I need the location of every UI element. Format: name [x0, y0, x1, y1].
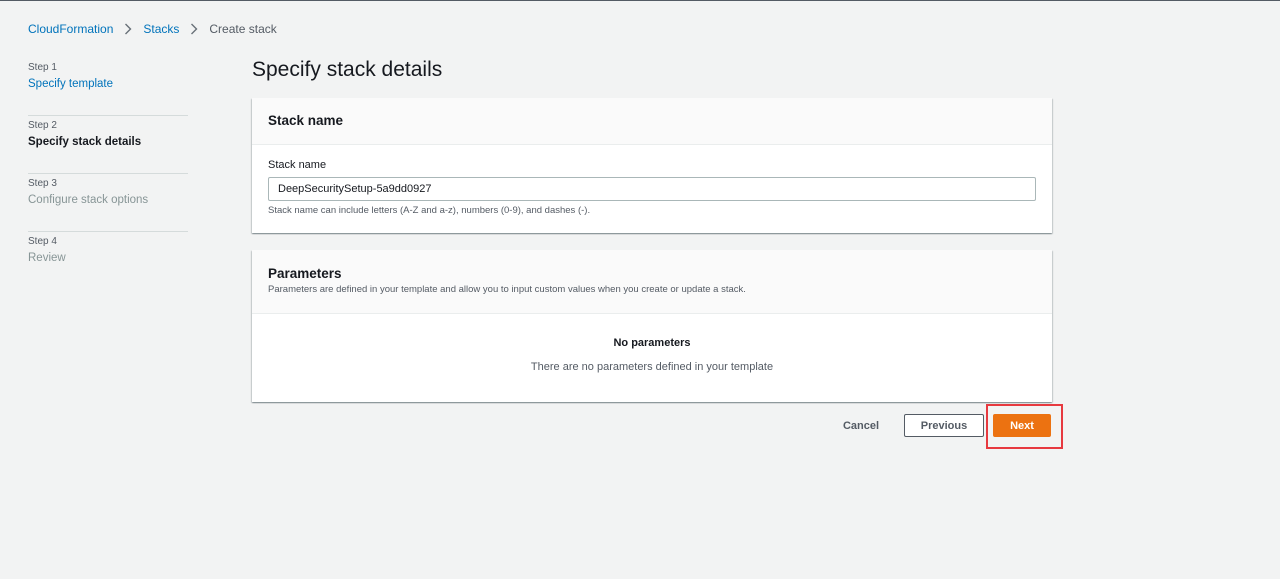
step-number: Step 1 [28, 62, 57, 73]
stack-name-label: Stack name [268, 159, 327, 171]
step-link-specify-template[interactable]: Specify template [28, 77, 188, 92]
breadcrumb-stacks[interactable]: Stacks [143, 22, 179, 36]
page-title: Specify stack details [252, 58, 443, 81]
stack-name-panel: Stack name Stack name Stack name can inc… [252, 98, 1052, 233]
parameters-panel-header: Parameters Parameters are defined in you… [252, 250, 1052, 314]
chevron-right-icon [113, 23, 143, 35]
stack-name-hint: Stack name can include letters (A-Z and … [268, 205, 591, 216]
step-title-specify-stack-details: Specify stack details [28, 136, 142, 148]
parameters-panel: Parameters Parameters are defined in you… [252, 250, 1052, 402]
step-title-configure-stack-options: Configure stack options [28, 194, 149, 206]
step-title-review: Review [28, 252, 66, 264]
empty-state-description: There are no parameters defined in your … [530, 361, 774, 373]
wizard-step-3: Step 3 Configure stack options [28, 174, 188, 232]
breadcrumb-cloudformation[interactable]: CloudFormation [28, 22, 113, 36]
breadcrumb-create-stack: Create stack [209, 22, 277, 36]
wizard-step-1: Step 1 Specify template [28, 58, 188, 116]
parameters-panel-title: Parameters [268, 266, 342, 281]
stack-name-panel-title: Stack name [268, 113, 344, 128]
stack-name-panel-body: Stack name Stack name can include letter… [252, 145, 1052, 217]
wizard-steps: Step 1 Specify template Step 2 Specify s… [28, 58, 188, 290]
wizard-step-4: Step 4 Review [28, 232, 188, 290]
step-number: Step 3 [28, 178, 57, 189]
parameters-description: Parameters are defined in your template … [268, 284, 746, 295]
stack-name-panel-header: Stack name [252, 98, 1052, 145]
chevron-right-icon [179, 23, 209, 35]
previous-button[interactable]: Previous [904, 414, 984, 437]
parameters-empty-state: No parameters There are no parameters de… [252, 314, 1052, 374]
step-number: Step 4 [28, 236, 57, 247]
cancel-button[interactable]: Cancel [836, 414, 886, 437]
step-number: Step 2 [28, 120, 57, 131]
stack-name-input[interactable] [268, 177, 1036, 201]
top-border [0, 0, 1280, 1]
wizard-step-2: Step 2 Specify stack details [28, 116, 188, 174]
next-button[interactable]: Next [993, 414, 1051, 437]
breadcrumb: CloudFormation Stacks Create stack [28, 21, 277, 37]
empty-state-title: No parameters [613, 337, 691, 349]
